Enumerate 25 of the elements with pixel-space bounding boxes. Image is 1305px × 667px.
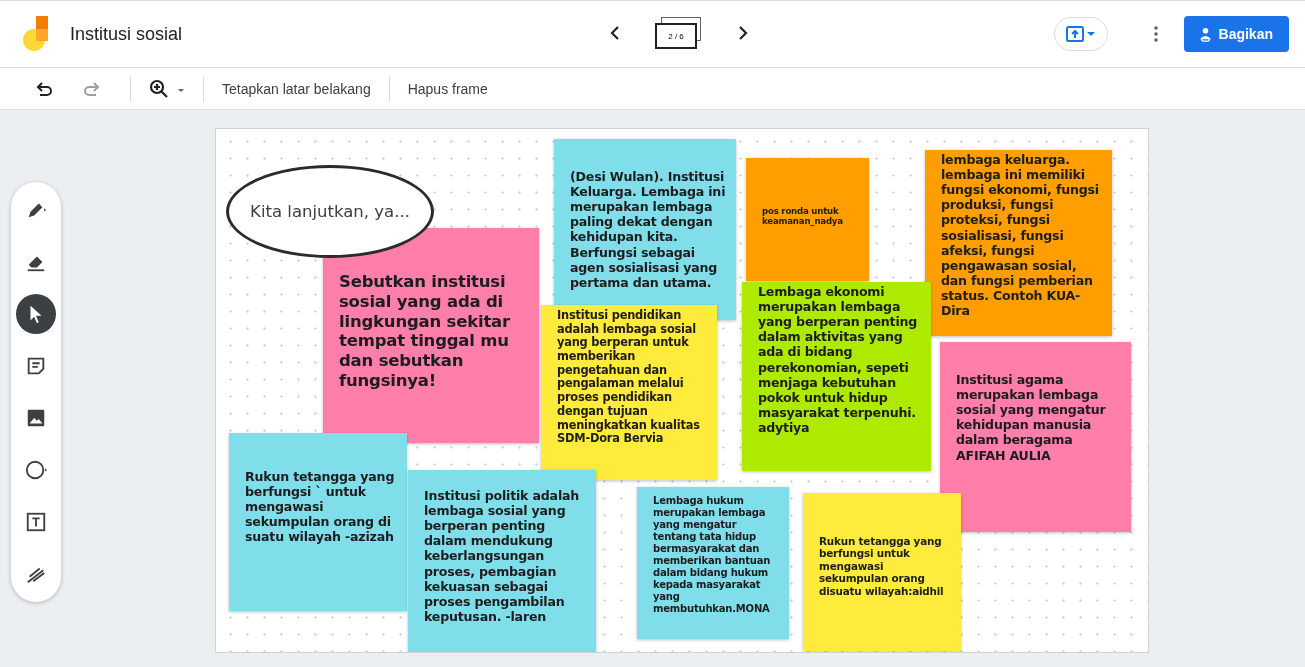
sticky-note: Lembaga hukum merupakan lembaga yang mengatur tentang tata hidup bermasyarakat dan memberikan bantuan dalam bidang hukum kepada masyarakat yang membutuhkan.MONA <box>637 487 789 639</box>
sticky-note: Institusi agama merupakan lembaga sosial yang mengatur kehidupan manusia dalam beragama AFIFAH AULIA <box>940 342 1131 532</box>
toolbar-action[interactable]: Hapus frame <box>407 80 488 97</box>
text-box-icon <box>25 511 47 533</box>
image-icon <box>25 407 47 429</box>
present-button[interactable] <box>1053 17 1108 51</box>
sticky-note: Sebutkan institusi sosial yang ada di lingkungan sekitar tempat tinggal mu dan sebutkan fungsinya! <box>323 228 539 443</box>
sticky-note: Rukun tetangga yang berfungsi untuk mengawasi sekumpulan orang disuatu wilayah:aidhil <box>803 493 961 651</box>
present-icon <box>1065 26 1096 42</box>
zoom-icon[interactable] <box>149 78 185 99</box>
sticky-note: lembaga keluarga. lembaga ini memiliki fungsi ekonomi, fungsi produksi, fungsi proteksi, fungsi sosialisasi, fungsi afeksi, fungsi pengawasan sosial, dan fungsi pemberian status. Contoh KUA-Dira <box>925 150 1112 336</box>
circle-icon <box>25 459 47 481</box>
shape-text: Kita lanjutkan, ya... <box>250 202 410 221</box>
more-menu-icon[interactable] <box>1153 26 1158 42</box>
sticky-note: Institusi politik adalah lembaga sosial yang berperan penting dalam mendukung keberlangsungan proses, pembagian kekuasan sebagai proses pengambilan keputusan. -laren <box>408 470 596 652</box>
select-tool[interactable] <box>16 294 56 334</box>
sticky-note: Rukun tetangga yang berfungsi ` untuk mengawasi sekumpulan orang di suatu wilayah -azizah <box>229 433 407 611</box>
sticky-note: pos ronda untuk keamanan_nadya <box>746 158 869 281</box>
share-button[interactable]: Bagikan <box>1183 16 1289 52</box>
document-title: Institusi sosial <box>70 23 183 45</box>
sticky-note-icon <box>25 355 47 377</box>
jamboard-logo <box>22 16 50 52</box>
sticky-note: Institusi pendidikan adalah lembaga sosial yang berperan untuk memberikan pengetahuan dan pengalaman melalui proses pendidikan dengan tujuan meningkatkan kualitas SDM-Dora Bervia <box>541 305 717 480</box>
sticky-note: Lembaga ekonomi merupakan lembaga yang berperan penting dalam aktivitas yang ada di bidang perekonomian, sepeti menjaga kebutuhan pokok untuk hidup masyarakat terpenuhi. adytiya <box>742 282 931 471</box>
toolbar-action[interactable]: Tetapkan latar belakang <box>222 80 371 97</box>
